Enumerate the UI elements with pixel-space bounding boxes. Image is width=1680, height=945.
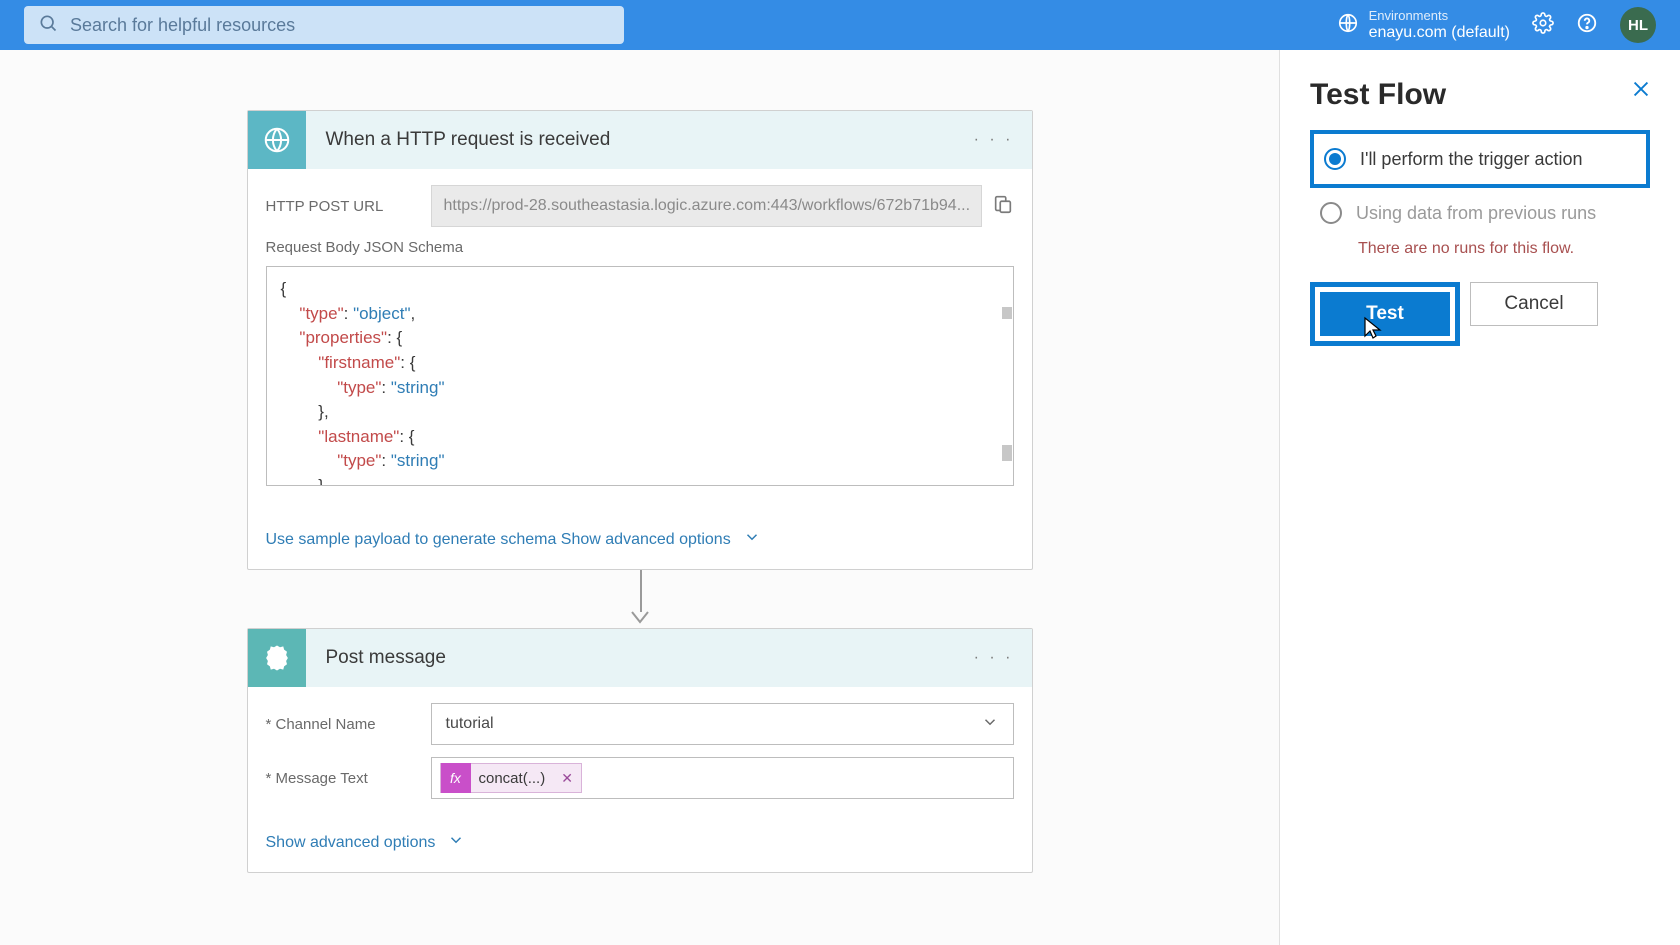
trigger-title: When a HTTP request is received (306, 129, 974, 151)
fx-icon: fx (441, 763, 471, 793)
chevron-down-icon (447, 831, 465, 854)
http-url-value[interactable]: https://prod-28.southeastasia.logic.azur… (431, 185, 982, 227)
channel-value: tutorial (446, 715, 494, 733)
copy-icon[interactable] (992, 193, 1014, 220)
radio-manual-label: I'll perform the trigger action (1360, 149, 1583, 170)
message-label: * Message Text (266, 770, 431, 787)
action-title: Post message (306, 647, 974, 669)
trigger-card-header[interactable]: When a HTTP request is received · · · (248, 111, 1032, 169)
topbar-right: Environments enayu.com (default) HL (1337, 7, 1656, 43)
advanced-options-label: Show advanced options (561, 531, 731, 549)
scrollbar-thumb[interactable] (1002, 445, 1012, 461)
action-card-header[interactable]: Post message · · · (248, 629, 1032, 687)
expression-text: concat(...) (471, 770, 554, 787)
radio-icon (1324, 148, 1346, 170)
radio-manual-trigger[interactable]: I'll perform the trigger action (1310, 130, 1650, 188)
channel-label: * Channel Name (266, 716, 431, 733)
token-remove-icon[interactable]: ✕ (553, 770, 581, 787)
environments-label: Environments (1369, 8, 1510, 24)
gear-icon[interactable] (1532, 12, 1554, 39)
test-flow-panel: Test Flow I'll perform the trigger actio… (1280, 50, 1680, 945)
trigger-card: When a HTTP request is received · · · HT… (247, 110, 1033, 570)
help-icon[interactable] (1576, 12, 1598, 39)
trigger-more-icon[interactable]: · · · (974, 131, 1014, 149)
search-box[interactable] (24, 6, 624, 44)
flow-connector (247, 570, 1033, 628)
cancel-button-label: Cancel (1504, 293, 1563, 315)
chevron-down-icon (743, 528, 761, 551)
close-icon[interactable] (1630, 78, 1652, 105)
schema-label: Request Body JSON Schema (266, 239, 1014, 256)
advanced-options-label: Show advanced options (266, 834, 436, 852)
topbar: Environments enayu.com (default) HL (0, 0, 1680, 50)
globe-icon (1337, 12, 1359, 39)
scrollbar-thumb[interactable] (1002, 307, 1012, 319)
search-input[interactable] (70, 15, 610, 36)
sample-payload-link[interactable]: Use sample payload to generate schema (266, 531, 557, 549)
test-button-highlight: Test (1310, 282, 1460, 346)
advanced-options-toggle[interactable]: Show advanced options (266, 831, 466, 854)
panel-title: Test Flow (1310, 78, 1650, 112)
radio-icon (1320, 202, 1342, 224)
search-icon (38, 13, 58, 38)
test-button-label: Test (1366, 303, 1404, 325)
radio-previous-runs[interactable]: Using data from previous runs (1310, 188, 1650, 238)
test-button[interactable]: Test (1320, 292, 1450, 336)
channel-select[interactable]: tutorial (431, 703, 1014, 745)
environment-value: enayu.com (default) (1369, 23, 1510, 42)
action-card: Post message · · · * Channel Name tutori… (247, 628, 1033, 873)
request-icon (248, 111, 306, 169)
cancel-button[interactable]: Cancel (1470, 282, 1598, 326)
flow-canvas: When a HTTP request is received · · · HT… (0, 50, 1280, 945)
chevron-down-icon (981, 713, 999, 736)
schema-editor[interactable]: { "type": "object", "properties": { "fir… (266, 266, 1014, 486)
no-runs-note: There are no runs for this flow. (1310, 238, 1650, 276)
avatar[interactable]: HL (1620, 7, 1656, 43)
message-input[interactable]: fx concat(...) ✕ (431, 757, 1014, 799)
environment-selector[interactable]: Environments enayu.com (default) (1337, 8, 1510, 43)
http-url-label: HTTP POST URL (266, 198, 431, 215)
radio-previous-label: Using data from previous runs (1356, 203, 1596, 224)
expression-token[interactable]: fx concat(...) ✕ (440, 763, 582, 793)
advanced-options-toggle[interactable]: Show advanced options (561, 528, 761, 551)
action-more-icon[interactable]: · · · (974, 649, 1014, 667)
teams-icon (248, 629, 306, 687)
